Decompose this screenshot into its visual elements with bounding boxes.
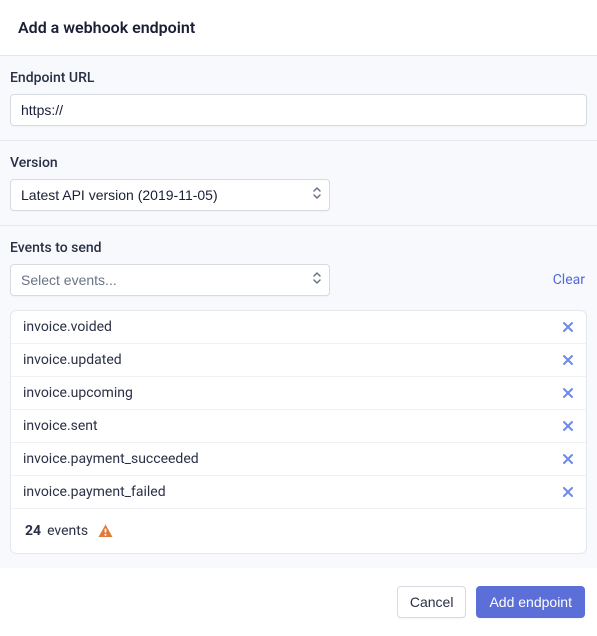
event-count-label: events bbox=[47, 523, 88, 539]
remove-event-icon[interactable] bbox=[562, 354, 574, 366]
events-section: Events to send Select events... Clear in… bbox=[0, 226, 597, 568]
version-section: Version Latest API version (2019-11-05) bbox=[0, 141, 597, 226]
event-row: invoice.payment_succeeded bbox=[11, 443, 586, 476]
endpoint-url-input[interactable] bbox=[10, 94, 587, 126]
event-row: invoice.sent bbox=[11, 410, 586, 443]
modal-title: Add a webhook endpoint bbox=[0, 0, 597, 55]
version-select[interactable]: Latest API version (2019-11-05) bbox=[10, 179, 330, 211]
add-webhook-modal: Add a webhook endpoint Endpoint URL Vers… bbox=[0, 0, 597, 636]
clear-events-link[interactable]: Clear bbox=[553, 272, 587, 288]
modal-footer: Cancel Add endpoint bbox=[0, 568, 597, 636]
remove-event-icon[interactable] bbox=[562, 453, 574, 465]
event-name: invoice.sent bbox=[23, 418, 98, 434]
event-row: invoice.updated bbox=[11, 344, 586, 377]
remove-event-icon[interactable] bbox=[562, 486, 574, 498]
event-row: invoice.payment_failed bbox=[11, 476, 586, 509]
endpoint-url-label: Endpoint URL bbox=[10, 70, 587, 86]
event-name: invoice.upcoming bbox=[23, 385, 133, 401]
remove-event-icon[interactable] bbox=[562, 420, 574, 432]
event-row: invoice.voided bbox=[11, 311, 586, 344]
event-name: invoice.payment_succeeded bbox=[23, 451, 199, 467]
add-endpoint-button[interactable]: Add endpoint bbox=[476, 586, 585, 618]
event-name: invoice.updated bbox=[23, 352, 122, 368]
event-name: invoice.payment_failed bbox=[23, 484, 166, 500]
event-list: invoice.voided invoice.updated invoice.u… bbox=[10, 310, 587, 554]
remove-event-icon[interactable] bbox=[562, 321, 574, 333]
remove-event-icon[interactable] bbox=[562, 387, 574, 399]
version-label: Version bbox=[10, 155, 587, 171]
endpoint-section: Endpoint URL bbox=[0, 55, 597, 141]
events-label: Events to send bbox=[10, 240, 587, 256]
event-row: invoice.upcoming bbox=[11, 377, 586, 410]
warning-icon bbox=[98, 524, 113, 538]
event-summary-row: 24 events bbox=[11, 509, 586, 553]
event-name: invoice.voided bbox=[23, 319, 112, 335]
event-count: 24 bbox=[25, 523, 41, 539]
cancel-button[interactable]: Cancel bbox=[397, 586, 467, 618]
events-select[interactable]: Select events... bbox=[10, 264, 330, 296]
